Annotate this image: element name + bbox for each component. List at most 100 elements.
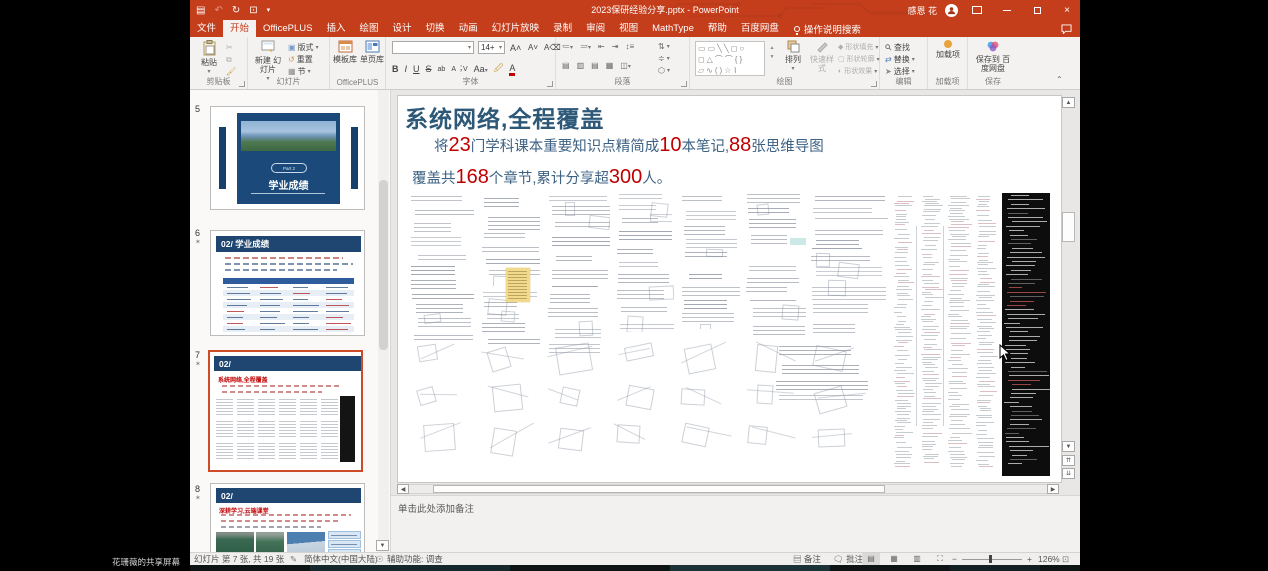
line-spacing-icon[interactable]: ↕≡ <box>625 42 634 51</box>
thumbnail-scrollbar-thumb[interactable] <box>379 180 388 350</box>
tab-设计[interactable]: 设计 <box>386 20 419 37</box>
slide-canvas[interactable]: 系统网络,全程覆盖 将23门学科课本重要知识点精简成10本笔记,88张思维导图 … <box>397 95 1062 483</box>
animation-star-icon[interactable]: ✶ <box>195 494 201 502</box>
close-button[interactable]: × <box>1056 0 1078 20</box>
thumbnail-slide-6[interactable]: 02/ 学业成绩 <box>210 230 365 336</box>
normal-view-button[interactable]: ▤ <box>862 553 880 565</box>
hscroll-right-icon[interactable]: ▶ <box>1047 484 1059 494</box>
accessibility-status[interactable]: 辅助功能: 调查 <box>387 553 443 565</box>
restore-button[interactable] <box>1026 0 1048 20</box>
paragraph-dialog-launcher[interactable] <box>681 81 687 87</box>
animation-star-icon[interactable]: ✶ <box>195 360 201 368</box>
collapse-ribbon-icon[interactable]: ⌃ <box>1056 75 1063 84</box>
strikethrough-button[interactable]: S <box>426 64 432 74</box>
align-center-icon[interactable]: ▥ <box>577 61 585 70</box>
notes-toggle[interactable]: ▤ 备注 <box>793 553 821 565</box>
ribbon-display-options-icon[interactable] <box>966 0 988 20</box>
numbering-icon[interactable]: ≕▾ <box>580 42 591 51</box>
columns-icon[interactable]: ◫▾ <box>620 61 631 70</box>
page-library-button[interactable]: 单页库 <box>359 40 385 64</box>
change-case-icon[interactable]: Aa▾ <box>474 64 488 74</box>
vscroll-thumb[interactable] <box>1062 212 1075 242</box>
shape-outline-button[interactable]: ▢形状轮廓▾ <box>838 54 880 64</box>
zoom-slider-thumb[interactable] <box>989 555 992 563</box>
user-name[interactable]: 感恩 花 <box>907 4 937 17</box>
quick-styles-button[interactable]: 快速样式 <box>808 40 836 73</box>
indent-icon[interactable]: ⇥ <box>612 42 619 51</box>
clipboard-dialog-launcher[interactable] <box>239 81 245 87</box>
tab-切换[interactable]: 切换 <box>419 20 452 37</box>
save-to-baidu-button[interactable]: 保存到 百度网盘 <box>973 40 1013 73</box>
drawing-dialog-launcher[interactable] <box>871 81 877 87</box>
fit-to-window-icon[interactable]: ⊡ <box>1062 553 1069 565</box>
next-slide-button[interactable]: ⇊ <box>1062 468 1075 479</box>
comments-icon[interactable] <box>1061 24 1072 34</box>
grow-font-icon[interactable]: A˄ <box>510 43 521 53</box>
tab-动画[interactable]: 动画 <box>452 20 485 37</box>
font-size-combo[interactable]: 14+▾ <box>478 41 505 54</box>
tab-开始[interactable]: 开始 <box>223 20 256 37</box>
notes-pane[interactable]: 单击此处添加备注 <box>390 495 1080 552</box>
tell-me-search[interactable]: 操作说明搜索 <box>786 20 869 37</box>
cut-icon[interactable]: ✂ <box>226 43 233 52</box>
bold-button[interactable]: B <box>392 64 399 74</box>
shadow-button[interactable]: ab <box>438 66 446 73</box>
zoom-out-icon[interactable]: − <box>952 553 957 565</box>
shrink-font-icon[interactable]: A˅ <box>528 43 538 52</box>
tab-幻灯片放映[interactable]: 幻灯片放映 <box>485 20 547 37</box>
tab-审阅[interactable]: 审阅 <box>579 20 612 37</box>
zoom-level[interactable]: 126% <box>1038 553 1060 565</box>
highlight-icon[interactable]: 🖉 <box>494 61 504 77</box>
tab-绘图[interactable]: 绘图 <box>353 20 386 37</box>
align-text-icon[interactable]: ≑▾ <box>658 54 670 63</box>
comments-toggle[interactable]: 🗨 批注 <box>833 553 863 565</box>
thumbnail-slide-7-selected[interactable]: 02/ 系统网络,全程覆盖 <box>208 350 363 472</box>
font-name-combo[interactable]: ▾ <box>392 41 474 54</box>
zoom-in-icon[interactable]: + <box>1027 553 1032 565</box>
slideshow-from-start-icon[interactable]: ⊡ <box>249 5 257 16</box>
justify-icon[interactable]: ▦ <box>606 61 614 70</box>
vscroll-up-icon[interactable]: ▲ <box>1062 97 1075 108</box>
user-avatar[interactable] <box>945 4 958 17</box>
minimize-button[interactable] <box>996 0 1018 20</box>
notes-placeholder[interactable]: 单击此处添加备注 <box>398 501 474 515</box>
layout-button[interactable]: ▣版式▾ <box>288 42 319 53</box>
shapes-scroll[interactable]: ▲▼ <box>767 45 777 60</box>
char-spacing-icon[interactable]: A︔V <box>451 64 467 74</box>
template-library-button[interactable]: 模板库 <box>332 40 358 64</box>
hscroll-left-icon[interactable]: ◀ <box>397 484 409 494</box>
replace-button[interactable]: ⇄替换▾ <box>885 54 915 65</box>
undo-icon[interactable]: ↶ <box>214 5 222 16</box>
format-painter-icon[interactable]: 🖌 <box>226 67 236 76</box>
tab-百度网盘[interactable]: 百度网盘 <box>734 20 786 37</box>
tab-文件[interactable]: 文件 <box>190 20 223 37</box>
slide-sorter-view-button[interactable]: ▦ <box>885 553 903 565</box>
find-button[interactable]: 查找 <box>885 42 910 53</box>
font-color-icon[interactable]: A <box>509 63 515 76</box>
vscroll-down-icon[interactable]: ▼ <box>1062 441 1075 452</box>
addins-button[interactable]: 加载项 <box>933 40 963 59</box>
underline-button[interactable]: U <box>413 64 420 74</box>
arrange-button[interactable]: 排列▾ <box>780 40 806 73</box>
reset-button[interactable]: ↺重置 <box>288 54 313 65</box>
bullets-icon[interactable]: ≔▾ <box>562 42 573 51</box>
align-right-icon[interactable]: ▤ <box>591 61 599 70</box>
save-icon[interactable]: ▤ <box>196 5 205 16</box>
hscroll-thumb[interactable] <box>433 485 885 493</box>
tab-视图[interactable]: 视图 <box>612 20 645 37</box>
paste-button[interactable]: 粘贴▾ <box>196 40 222 76</box>
font-dialog-launcher[interactable] <box>547 81 553 87</box>
slide-counter[interactable]: 幻灯片 第 7 张, 共 19 张 <box>194 553 284 565</box>
previous-slide-button[interactable]: ⇈ <box>1062 455 1075 466</box>
language-status[interactable]: 简体中文(中国大陆) <box>304 553 378 565</box>
spell-check-icon[interactable]: ✎ <box>290 553 297 565</box>
text-direction-icon[interactable]: ⇅▾ <box>658 42 670 51</box>
outdent-icon[interactable]: ⇤ <box>598 42 605 51</box>
slideshow-view-button[interactable]: ⛶ <box>931 553 949 565</box>
thumbnail-scroll-down-icon[interactable]: ▼ <box>376 540 389 551</box>
qat-customize-icon[interactable]: ▾ <box>267 6 271 14</box>
tab-MathType[interactable]: MathType <box>645 20 701 37</box>
thumbnail-slide-5[interactable]: Part 2 学业成绩 <box>210 106 365 210</box>
tab-录制[interactable]: 录制 <box>546 20 579 37</box>
smartart-convert-icon[interactable]: ⬡▾ <box>658 66 670 75</box>
